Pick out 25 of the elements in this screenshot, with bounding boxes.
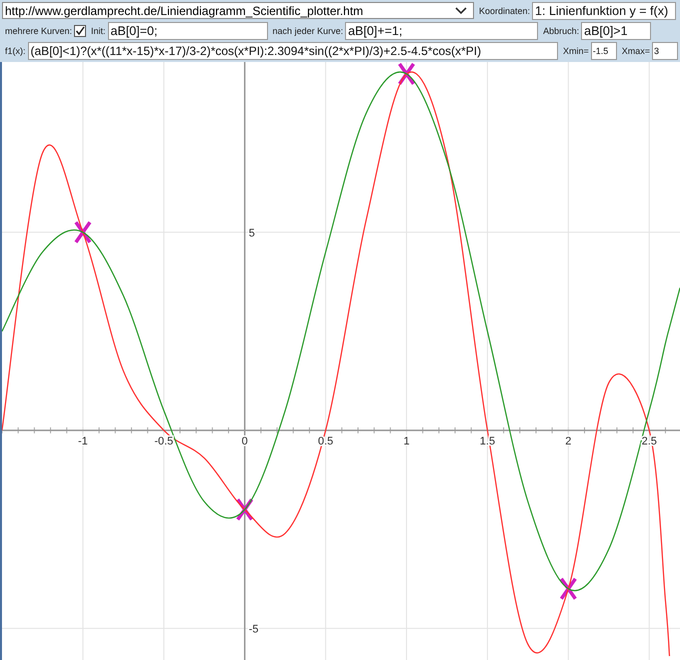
xmin-label: Xmin= [562, 46, 589, 56]
x-tick-label: -0.5 [154, 435, 174, 448]
x-tick-label: 0 [242, 435, 248, 448]
x-tick-label: -1 [78, 435, 88, 448]
stop-label: Abbruch: [543, 26, 580, 36]
x-tick-label: 2 [565, 435, 572, 448]
y-tick-label: 5 [248, 227, 255, 240]
coordinates-field[interactable]: 1: Linienfunktion y = f(x) [532, 2, 676, 20]
init-field[interactable]: aB[0]=0; [108, 22, 268, 40]
y-tick-label: -5 [248, 623, 258, 636]
caret-icon [455, 6, 467, 14]
multi-curves-checkbox[interactable] [74, 24, 86, 36]
xmin-field[interactable]: -1.5 [590, 42, 617, 60]
xmax-label: Xmax= [622, 46, 650, 56]
url-dropdown[interactable]: http://www.gerdlamprecht.de/Liniendiagramm_Scientific_plotter.htm [2, 2, 474, 19]
after-curve-field[interactable]: aB[0]+=1; [345, 22, 538, 40]
x-tick-label: 1 [403, 435, 410, 448]
multi-curves-label: mehrere Kurven: [5, 26, 72, 36]
after-curve-label: nach jeder Kurve: [272, 26, 344, 36]
formula-label: f1(x): [5, 46, 26, 56]
formula-field[interactable]: (aB[0]<1)?(x*((11*x-15)*x-17)/3-2)*cos(x*PI):2.3094*sin((2*x*PI)/3)+2.5-4.5*cos(x*PI) [28, 42, 558, 60]
stop-field[interactable]: aB[0]>1 [581, 22, 652, 40]
init-label: Init: [91, 26, 106, 36]
xmax-field[interactable]: 3 [652, 42, 678, 60]
coordinates-label: Koordinaten: [479, 6, 530, 16]
